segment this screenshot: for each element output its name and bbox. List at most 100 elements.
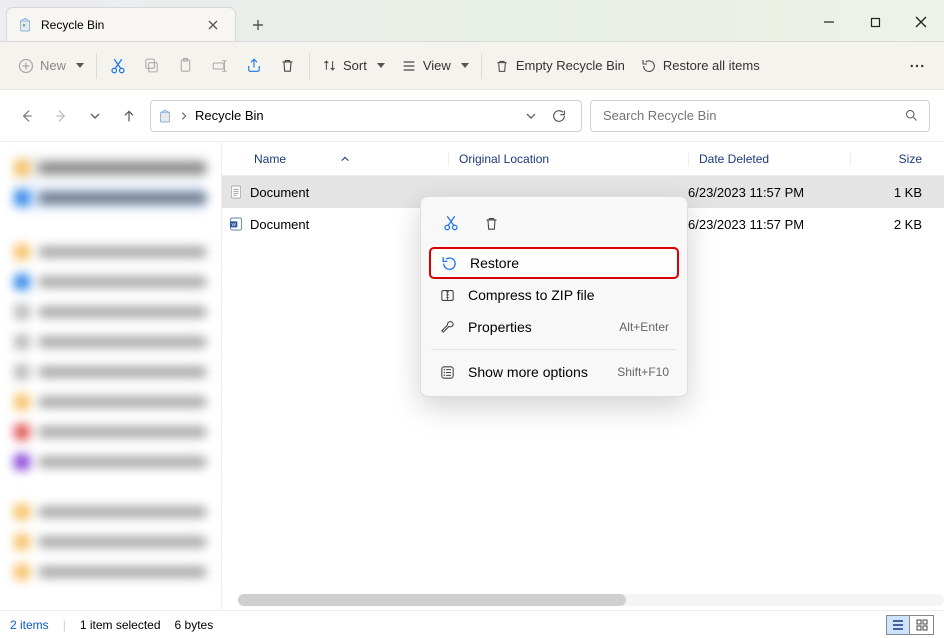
back-button[interactable] [14, 103, 40, 129]
arrow-right-icon [53, 108, 69, 124]
rename-icon [211, 57, 229, 75]
recycle-bin-icon [17, 17, 33, 33]
column-date-deleted[interactable]: Date Deleted [688, 152, 850, 166]
svg-text:W: W [231, 222, 236, 227]
properties-icon [439, 319, 456, 336]
share-button[interactable] [237, 49, 271, 83]
search-box[interactable] [590, 100, 930, 132]
restore-icon [441, 255, 458, 272]
close-window-button[interactable] [898, 3, 944, 41]
file-name: Document [250, 217, 448, 232]
more-button[interactable] [900, 49, 934, 83]
paste-button[interactable] [169, 49, 203, 83]
chevron-down-icon [525, 110, 537, 122]
close-icon [208, 20, 218, 30]
tab-strip: Recycle Bin [0, 0, 944, 42]
copy-button[interactable] [135, 49, 169, 83]
chevron-right-icon [179, 111, 189, 121]
new-button[interactable]: New [10, 49, 92, 83]
plus-icon [252, 19, 264, 31]
file-type-icon [222, 184, 250, 200]
tab-title: Recycle Bin [41, 18, 195, 32]
trash-icon [494, 58, 510, 74]
new-plus-icon [18, 58, 34, 74]
file-size: 1 KB [850, 185, 944, 200]
forward-button[interactable] [48, 103, 74, 129]
sort-icon [322, 58, 337, 73]
cut-icon [442, 214, 460, 232]
chevron-down-icon [89, 110, 101, 122]
tab-close-button[interactable] [203, 15, 223, 35]
column-size[interactable]: Size [850, 152, 944, 166]
file-name: Document [250, 185, 448, 200]
tab-recycle-bin[interactable]: Recycle Bin [6, 7, 236, 41]
file-date-deleted: 6/23/2023 11:57 PM [688, 217, 850, 232]
arrow-left-icon [19, 108, 35, 124]
refresh-button[interactable] [543, 100, 575, 132]
context-compress-zip[interactable]: Compress to ZIP file [429, 279, 679, 311]
list-icon [892, 619, 904, 631]
new-tab-button[interactable] [242, 9, 274, 41]
refresh-icon [551, 108, 567, 124]
status-item-count[interactable]: 2 items [10, 618, 49, 632]
minimize-button[interactable] [806, 3, 852, 41]
details-view-toggle[interactable] [886, 615, 910, 635]
column-headers: Name Original Location Date Deleted Size [222, 142, 944, 176]
status-selection: 1 item selected [80, 618, 161, 632]
restore-all-button[interactable]: Restore all items [633, 49, 768, 83]
trash-icon [279, 57, 296, 74]
column-name[interactable]: Name [222, 152, 448, 166]
scrollbar-thumb[interactable] [238, 594, 626, 606]
view-button[interactable]: View [393, 49, 477, 83]
navigation-pane[interactable] [0, 142, 222, 610]
search-icon [904, 108, 919, 123]
rename-button[interactable] [203, 49, 237, 83]
file-date-deleted: 6/23/2023 11:57 PM [688, 185, 850, 200]
arrow-up-icon [121, 108, 137, 124]
close-icon [915, 16, 927, 28]
restore-icon [641, 58, 657, 74]
toolbar: New [0, 42, 944, 90]
cut-button[interactable] [101, 49, 135, 83]
file-type-icon: W [222, 216, 250, 232]
breadcrumb-dropdown[interactable] [525, 110, 537, 122]
grid-icon [916, 619, 928, 631]
sort-asc-icon [340, 154, 350, 164]
recycle-bin-icon [157, 108, 173, 124]
column-original-location[interactable]: Original Location [448, 152, 688, 166]
context-menu: Restore Compress to ZIP file Properties … [420, 196, 688, 397]
search-input[interactable] [601, 107, 896, 124]
breadcrumb-segment[interactable]: Recycle Bin [195, 108, 264, 123]
view-icon [401, 58, 417, 74]
context-delete-button[interactable] [473, 205, 509, 241]
file-size: 2 KB [850, 217, 944, 232]
maximize-icon [870, 17, 881, 28]
copy-icon [143, 57, 160, 74]
paste-icon [177, 57, 194, 74]
show-more-icon [439, 364, 456, 381]
zip-icon [439, 287, 456, 304]
nav-row: Recycle Bin [0, 90, 944, 142]
status-bar: 2 items | 1 item selected 6 bytes [0, 610, 944, 638]
window-buttons [806, 3, 944, 41]
empty-recycle-bin-button[interactable]: Empty Recycle Bin [486, 49, 633, 83]
history-dropdown[interactable] [82, 103, 108, 129]
trash-icon [483, 215, 500, 232]
up-button[interactable] [116, 103, 142, 129]
context-restore[interactable]: Restore [429, 247, 679, 279]
ellipsis-icon [908, 57, 926, 75]
thumbnails-view-toggle[interactable] [910, 615, 934, 635]
context-show-more[interactable]: Show more options Shift+F10 [429, 356, 679, 388]
sort-button[interactable]: Sort [314, 49, 393, 83]
cut-icon [109, 57, 127, 75]
context-properties[interactable]: Properties Alt+Enter [429, 311, 679, 343]
status-bytes: 6 bytes [175, 618, 214, 632]
breadcrumb-bar[interactable]: Recycle Bin [150, 100, 582, 132]
horizontal-scrollbar[interactable] [238, 594, 944, 606]
file-list: Name Original Location Date Deleted Size… [222, 142, 944, 610]
share-icon [245, 57, 263, 75]
minimize-icon [823, 16, 835, 28]
context-cut-button[interactable] [433, 205, 469, 241]
maximize-button[interactable] [852, 3, 898, 41]
delete-button[interactable] [271, 49, 305, 83]
